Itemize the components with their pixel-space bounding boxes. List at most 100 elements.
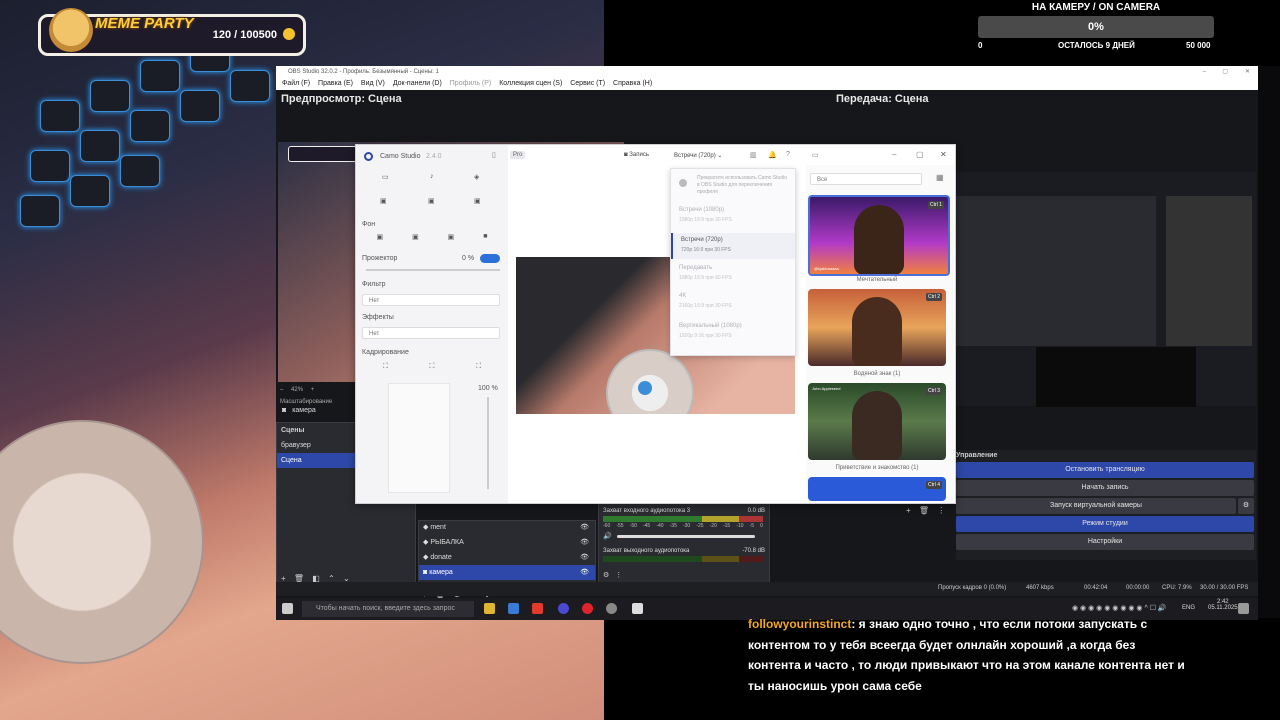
person-icon[interactable]: ▣ — [412, 233, 419, 247]
source-item[interactable]: ◆ ment 👁 — [419, 521, 595, 535]
zoom-slider[interactable] — [487, 397, 489, 489]
chat-username: followyourinstinct — [748, 617, 852, 631]
layout-icon[interactable]: ▥ — [750, 151, 757, 159]
discord-icon[interactable] — [632, 603, 643, 614]
minimize-icon[interactable]: – — [1203, 66, 1206, 78]
dropdown-option[interactable]: Передавать 1080р 16:9 при 60 FPS — [671, 263, 795, 293]
crop-icon[interactable]: ⛶ — [430, 363, 435, 377]
volume-icon[interactable]: 🔊 — [603, 532, 612, 540]
crop-preview[interactable] — [388, 383, 450, 493]
trash-icon[interactable]: 🗑 — [919, 506, 929, 515]
meme-party-count: 120 / 100500 — [212, 29, 277, 41]
taskbar-search-input[interactable]: Чтобы начать поиск, введите здесь запрос — [302, 601, 474, 617]
panel-icon[interactable]: ▭ — [812, 151, 819, 159]
menu-view[interactable]: Вид (V) — [361, 80, 385, 87]
yandex-icon[interactable] — [532, 603, 543, 614]
background-options: ▣ ▣ ▣ ■ — [362, 233, 502, 247]
stop-stream-button[interactable]: Остановить трансляцию — [956, 462, 1254, 478]
app-icon[interactable] — [606, 603, 617, 614]
quality-select[interactable]: Встречи (720р) ⌄ — [674, 152, 722, 159]
dropdown-option[interactable]: Вертикальный (1080р) 1920р 9:16 при 30 F… — [671, 321, 795, 351]
tray-icons[interactable]: ◉ ◉ ◉ ◉ ◉ ◉ ◉ ◉ ◉ ^ ☐ 🔊 — [1072, 604, 1167, 612]
close-icon[interactable]: ✕ — [940, 150, 947, 159]
grid-icon[interactable]: ▦ — [936, 173, 944, 182]
sidebar-icon[interactable]: ▯ — [492, 151, 496, 159]
background-tile[interactable]: Ctrl 1 @kjabbaaaaa — [808, 195, 950, 276]
eye-icon[interactable]: 👁 — [580, 550, 589, 565]
obs-icon[interactable] — [558, 603, 569, 614]
eye-icon[interactable]: 👁 — [580, 535, 589, 550]
pro-badge[interactable]: Pro — [510, 151, 526, 159]
spotlight-slider[interactable] — [366, 269, 500, 271]
menu-profile[interactable]: Профиль (P) — [450, 80, 492, 87]
person-icon[interactable]: ▣ — [448, 233, 455, 247]
filter-select[interactable]: Нет — [362, 294, 500, 306]
opera-icon[interactable] — [582, 603, 593, 614]
background-tile[interactable]: Ctrl 4 — [808, 477, 946, 501]
menu-icon[interactable]: ⋮ — [615, 572, 622, 579]
source-item[interactable]: ◆ donate 👁 — [419, 550, 595, 565]
volume-slider[interactable] — [617, 535, 755, 538]
dropdown-option-selected[interactable]: Встречи (720р) 720р 16:9 при 30 FPS — [671, 233, 795, 259]
dropdown-option[interactable]: 4K 2160р 16:9 при 30 FPS — [671, 291, 795, 321]
menu-help[interactable]: Справка (H) — [613, 80, 652, 87]
background-tile[interactable]: Ctrl 2 — [808, 289, 946, 366]
dropdown-option[interactable]: Встречи (1080р) 1080р 16:9 при 30 FPS — [671, 205, 795, 235]
zoom-value: 42% — [291, 387, 304, 393]
clock[interactable]: 2:42 05.11.2025 — [1208, 599, 1238, 611]
background-label: Фон — [362, 221, 376, 228]
maximize-icon[interactable]: ▢ — [916, 150, 924, 159]
studio-mode-button[interactable]: Режим студии — [956, 516, 1254, 532]
source-item-selected[interactable]: ◙ камера 👁 — [419, 565, 595, 580]
menu-edit[interactable]: Правка (E) — [318, 80, 353, 87]
effects-select[interactable]: Нет — [362, 327, 500, 339]
menu-scene-collection[interactable]: Коллекция сцен (S) — [499, 80, 562, 87]
fps: 30.00 / 30.00 FPS — [1200, 585, 1249, 591]
windows-start-icon[interactable] — [282, 603, 293, 614]
speaker-device — [606, 349, 694, 414]
eye-icon[interactable]: 👁 — [580, 521, 589, 535]
bell-icon[interactable]: 🔔 — [768, 151, 777, 159]
menu-file[interactable]: Файл (F) — [282, 80, 310, 87]
crop-icon[interactable]: ⛶ — [476, 363, 481, 377]
background-caption: Приветствие и знакомство (1) — [835, 465, 919, 471]
gear-icon[interactable]: ⚙ — [603, 572, 609, 579]
selected-source-name: камера — [292, 407, 316, 414]
gear-icon[interactable]: ⚙ — [1238, 498, 1254, 514]
person-icon[interactable]: ▣ — [376, 233, 383, 247]
menu-icon[interactable]: ⋮ — [937, 506, 945, 515]
crop-icon[interactable]: ⛶ — [383, 363, 388, 377]
add-icon[interactable]: + — [906, 506, 911, 515]
notification-icon[interactable] — [1238, 603, 1249, 614]
keyboard-key — [130, 110, 170, 142]
help-icon[interactable]: ? — [786, 151, 790, 158]
goal-percent: 0% — [1088, 21, 1104, 33]
source-item[interactable]: ◆ РЫБАЛКА 👁 — [419, 535, 595, 550]
explorer-icon[interactable] — [484, 603, 495, 614]
background-tile[interactable]: Ctrl 3 John Appleseed — [808, 383, 946, 460]
settings-button[interactable]: Настройки — [956, 534, 1254, 550]
video-icon[interactable]: ▭ — [382, 173, 389, 181]
menu-docks[interactable]: Док-панели (D) — [393, 80, 442, 87]
language-indicator[interactable]: ENG — [1182, 605, 1195, 611]
person-image — [852, 391, 902, 460]
close-icon[interactable]: ✕ — [1245, 66, 1250, 78]
backgrounds-filter-select[interactable]: Все — [810, 173, 922, 185]
store-icon[interactable] — [508, 603, 519, 614]
person-icon[interactable]: ■ — [483, 233, 487, 247]
eye-icon[interactable]: 👁 — [580, 565, 589, 580]
frame-icon[interactable]: ▣ — [428, 197, 435, 205]
virtual-camera-button[interactable]: Запуск виртуальной камеры — [956, 498, 1236, 514]
audio-mixer-dock: Захват входного аудиопотока 3 0.0 dB -60… — [598, 502, 770, 588]
start-recording-button[interactable]: Начать запись — [956, 480, 1254, 496]
record-button[interactable]: ◙ Запись — [624, 152, 649, 158]
mic-icon[interactable]: ♪ — [430, 173, 434, 180]
frame-icon[interactable]: ▣ — [380, 197, 387, 205]
minimize-icon[interactable]: – — [892, 150, 896, 159]
frame-icon[interactable]: ▣ — [474, 197, 481, 205]
spotlight-toggle[interactable] — [480, 254, 500, 263]
background-caption: Мечтательный — [856, 277, 898, 283]
menu-tools[interactable]: Сервис (T) — [570, 80, 605, 87]
layers-icon[interactable]: ◈ — [474, 173, 479, 181]
maximize-icon[interactable]: ▢ — [1222, 66, 1228, 78]
